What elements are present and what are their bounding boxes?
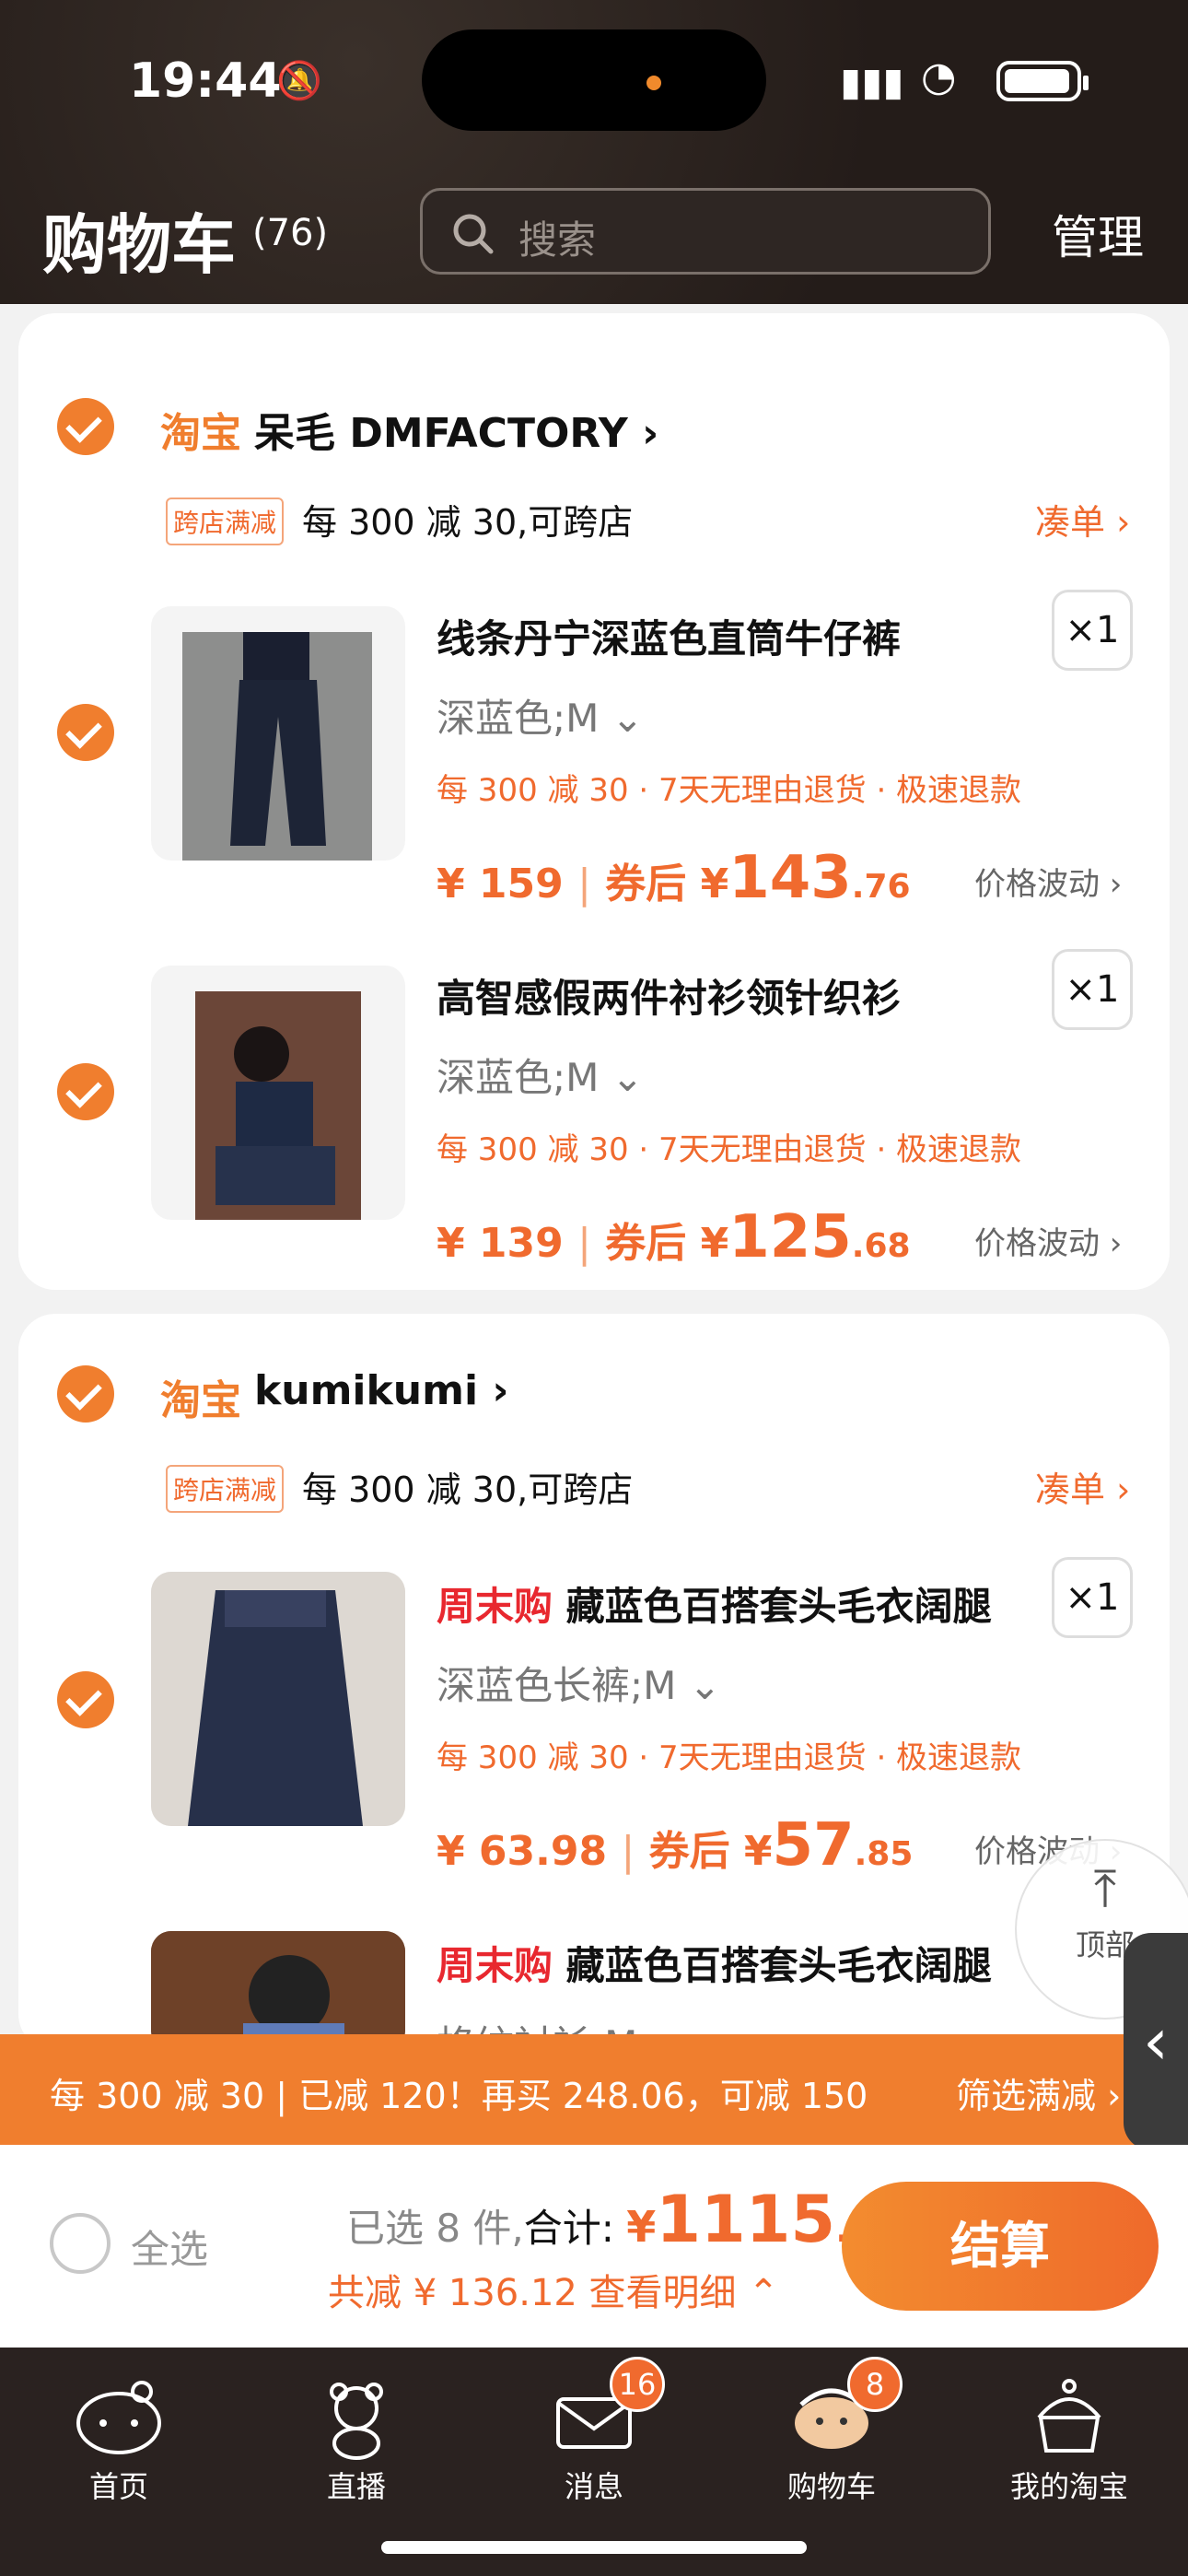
search-input[interactable]: 搜索: [420, 188, 991, 275]
spec-selector[interactable]: 深蓝色;M ⌄: [437, 687, 644, 744]
tab-bar: 首页 直播 16 消息 8 购物车 我的淘宝: [0, 2348, 1188, 2576]
item-checkbox[interactable]: [57, 704, 114, 761]
spec-selector[interactable]: 深蓝色长裤;M ⌄: [437, 1655, 721, 1711]
mute-bell-icon: 🔕: [276, 60, 322, 102]
service-features: 每 300 减 30 · 7天无理由退货 · 极速退款: [437, 1739, 1022, 1776]
select-all-checkbox[interactable]: [50, 2213, 111, 2274]
store-name[interactable]: kumikumi ›: [254, 1367, 509, 1414]
price-trend-link[interactable]: 价格波动 ›: [974, 1218, 1122, 1263]
search-placeholder: 搜索: [518, 217, 597, 263]
product-title[interactable]: 线条丹宁深蓝色直筒牛仔裤: [437, 608, 901, 664]
quantity-button[interactable]: ×1: [1052, 590, 1133, 671]
cake-profile-icon: [1037, 2379, 1101, 2453]
bear-live-icon: [330, 2383, 383, 2460]
wifi-icon: ◔: [921, 53, 957, 100]
selected-summary: 已选 8 件,合计: ¥1115.82: [346, 2182, 901, 2257]
savings-detail-link[interactable]: 共减 ¥ 136.12 查看明细 ⌃: [328, 2263, 779, 2316]
checkout-button[interactable]: 结算: [842, 2182, 1159, 2311]
cross-store-tag: 跨店满减: [166, 1465, 285, 1513]
select-all-label[interactable]: 全选: [131, 2219, 208, 2275]
tab-live[interactable]: 直播: [238, 2348, 475, 2532]
home-indicator: [381, 2541, 807, 2554]
quantity-button[interactable]: ×1: [1052, 949, 1133, 1030]
coudan-link[interactable]: 凑单 ›: [1035, 1461, 1130, 1512]
status-bar: 19:44 🔕 ▮▮▮ ◔: [0, 29, 1188, 131]
product-title[interactable]: 周末购 藏蓝色百搭套头毛衣阔腿: [437, 1575, 992, 1632]
page-title: 购物车: [42, 207, 236, 283]
taobao-label: 淘宝: [160, 410, 241, 457]
product-title[interactable]: 周末购 藏蓝色百搭套头毛衣阔腿: [437, 1935, 992, 1991]
search-icon: [453, 214, 494, 254]
discount-summary: 每 300 减 30 | 已减 120！再买 248.06，可减 150: [50, 2076, 868, 2116]
spec-selector[interactable]: 深蓝色;M ⌄: [437, 1047, 644, 1103]
filter-discount-link[interactable]: 筛选满减 ›: [956, 2067, 1121, 2118]
cart-count: (76): [252, 212, 329, 254]
header: 19:44 🔕 ▮▮▮ ◔ 购物车 (76) 搜索 管理: [0, 0, 1188, 304]
product-price: ¥ 63.98 | 券后 ¥57.85: [437, 1811, 914, 1879]
store-checkbox[interactable]: [57, 398, 114, 455]
product-image[interactable]: [151, 1931, 405, 2051]
product-title[interactable]: 高智感假两件衬衫领针织衫: [437, 967, 901, 1024]
checkout-bar: 全选 已选 8 件,合计: ¥1115.82 共减 ¥ 136.12 查看明细 …: [0, 2145, 1188, 2348]
store-card: 淘宝 kumikumi › 跨店满减 每 300 减 30,可跨店 凑单 › 周…: [18, 1314, 1170, 2051]
coudan-link[interactable]: 凑单 ›: [1035, 494, 1130, 544]
promo-text: 每 300 减 30,可跨店: [302, 502, 634, 543]
product-price: ¥ 159 | 券后 ¥143.76: [437, 844, 911, 912]
tab-messages[interactable]: 16 消息: [475, 2348, 713, 2532]
cellular-signal-icon: ▮▮▮: [840, 59, 904, 104]
hello-kitty-home-icon: [76, 2381, 161, 2454]
store-name[interactable]: 呆毛 DMFACTORY ›: [254, 400, 658, 459]
service-features: 每 300 减 30 · 7天无理由退货 · 极速退款: [437, 772, 1022, 809]
tab-cart[interactable]: 8 购物车: [713, 2348, 950, 2532]
store-checkbox[interactable]: [57, 1365, 114, 1423]
price-trend-link[interactable]: 价格波动 ›: [974, 859, 1122, 904]
status-time: 19:44: [129, 53, 282, 109]
product-image[interactable]: [151, 606, 405, 861]
item-checkbox[interactable]: [57, 1063, 114, 1120]
product-price: ¥ 139 | 券后 ¥125.68: [437, 1203, 911, 1271]
service-features: 每 300 减 30 · 7天无理由退货 · 极速退款: [437, 1131, 1022, 1168]
arrow-up-icon: ⤒: [1093, 1859, 1117, 1919]
manage-button[interactable]: 管理: [1052, 201, 1144, 267]
product-image[interactable]: [151, 966, 405, 1220]
messages-badge: 16: [610, 2357, 665, 2412]
store-card: 淘宝 呆毛 DMFACTORY › 跨店满减 每 300 减 30,可跨店 凑单…: [18, 313, 1170, 1290]
promo-text: 每 300 减 30,可跨店: [302, 1469, 634, 1510]
tab-home[interactable]: 首页: [0, 2348, 238, 2532]
product-image[interactable]: [151, 1572, 405, 1826]
item-checkbox[interactable]: [57, 1671, 114, 1728]
tab-my-taobao[interactable]: 我的淘宝: [950, 2348, 1188, 2532]
quantity-button[interactable]: ×1: [1052, 1557, 1133, 1638]
taobao-label: 淘宝: [160, 1377, 241, 1424]
cross-store-tag: 跨店满减: [166, 498, 285, 545]
dynamic-island: [422, 29, 766, 131]
side-drawer-handle[interactable]: ‹: [1124, 1933, 1188, 2150]
discount-bar: 每 300 减 30 | 已减 120！再买 248.06，可减 150 筛选满…: [0, 2034, 1188, 2145]
cart-badge: 8: [847, 2357, 903, 2412]
battery-icon: [996, 61, 1089, 101]
